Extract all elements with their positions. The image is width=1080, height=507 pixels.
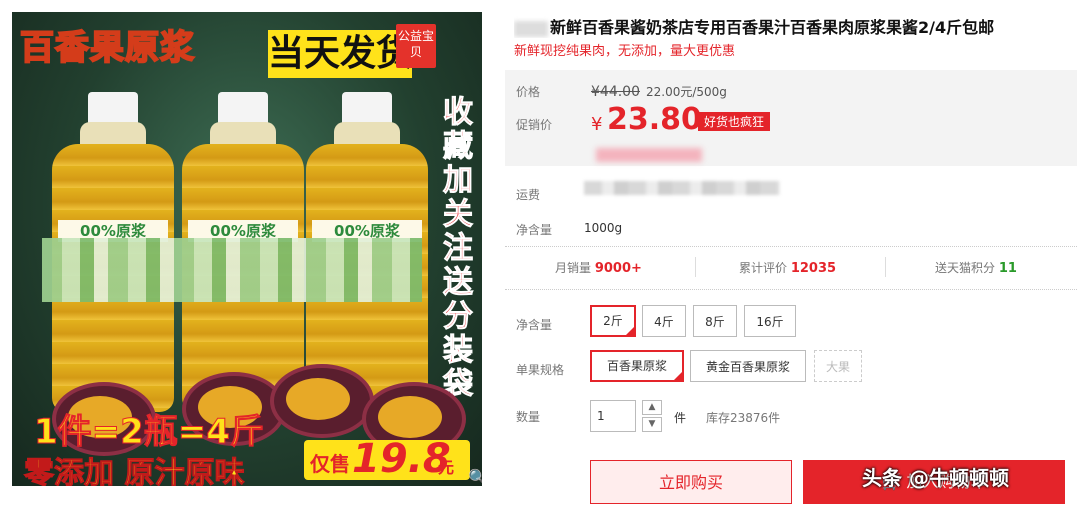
weight-option-4jin[interactable]: 4斤 [642, 305, 686, 337]
price-label: 价格 [516, 85, 541, 99]
monthly-sales-value: 9000+ [594, 261, 642, 276]
blurred-region [584, 181, 780, 195]
shipping-label: 运费 [516, 188, 541, 202]
weight-option-2jin[interactable]: 2斤 [590, 305, 636, 337]
promo-price: 23.80 [607, 102, 702, 137]
original-price-value: ¥44.00 [591, 84, 640, 100]
hero-promo-line2: 零添加 原汁原味 [23, 456, 245, 487]
unit-price: 22.00元/500g [646, 85, 727, 99]
product-main-image[interactable]: 百香果原浆 当天发货 公益宝贝 收藏加关注送分装袋 00%原浆 00%原浆 00… [12, 12, 482, 486]
review-count-value: 12035 [790, 261, 837, 276]
currency-symbol: ¥ [591, 114, 603, 135]
product-title: 新鲜百香果酱奶茶店专用百香果汁百香果肉原浆果酱2/4斤包邮 [514, 14, 1074, 38]
hero-side-text: 收藏加关注送分装袋 [443, 95, 474, 402]
quantity-decrease-button[interactable]: ▼ [642, 417, 662, 432]
hero-price-value: 19.8 [352, 436, 451, 482]
review-count-label: 累计评价 [739, 261, 788, 275]
promo-price-label: 促销价 [516, 118, 553, 132]
promo-tag: 好货也疯狂 [698, 112, 771, 131]
zoom-icon[interactable]: 🔍 [468, 468, 482, 486]
blurred-region [596, 148, 702, 162]
quantity-unit: 件 [674, 411, 687, 425]
spec-option-original[interactable]: 百香果原浆 [590, 350, 684, 382]
quantity-label: 数量 [516, 410, 541, 424]
monthly-sales: 月销量 9000+ [555, 259, 642, 276]
buy-now-button[interactable]: 立即购买 [590, 460, 792, 504]
tmall-points-value: 11 [998, 261, 1017, 276]
hero-title-right: 当天发货 [268, 30, 412, 78]
hero-price-unit: 元 [438, 458, 455, 477]
watermark: 头条 @牛顿顿顿 [862, 466, 1009, 490]
charity-badge: 公益宝贝 [396, 24, 436, 68]
product-subtitle: 新鲜现挖纯果肉，无添加，量大更优惠 [514, 44, 736, 59]
original-price: ¥44.00 22.00元/500g [591, 83, 727, 100]
tmall-points: 送天猫积分 11 [935, 259, 1017, 276]
review-count[interactable]: 累计评价 12035 [739, 259, 836, 276]
hero-price-prefix: 仅售 [310, 452, 350, 476]
quantity-input[interactable]: 1 [590, 400, 636, 432]
product-title-text: 新鲜百香果酱奶茶店专用百香果汁百香果肉原浆果酱2/4斤包邮 [550, 18, 995, 37]
hero-price-box: 仅售 19.8 元 [304, 436, 470, 482]
passionfruit-image [270, 364, 374, 438]
spec-option-golden[interactable]: 黄金百香果原浆 [690, 350, 806, 382]
weight-option-16jin[interactable]: 16斤 [744, 305, 796, 337]
spec-option-label: 单果规格 [516, 363, 565, 377]
stock-count: 库存23876件 [706, 411, 781, 425]
sales-stats-bar: 月销量 9000+ 累计评价 12035 送天猫积分 11 [505, 246, 1077, 290]
tmall-points-label: 送天猫积分 [935, 261, 996, 275]
hero-title-left: 百香果原浆 [19, 27, 195, 69]
weight-option-label: 净含量 [516, 318, 553, 332]
net-content-label: 净含量 [516, 223, 553, 237]
spec-option-large: 大果 [814, 350, 862, 382]
quantity-increase-button[interactable]: ▲ [642, 400, 662, 415]
weight-option-8jin[interactable]: 8斤 [693, 305, 737, 337]
net-content-value: 1000g [584, 221, 623, 235]
blurred-region [42, 238, 422, 302]
blurred-region [514, 20, 548, 37]
monthly-sales-label: 月销量 [555, 261, 592, 275]
hero-promo-line1: 1件=2瓶=4斤 [34, 412, 265, 453]
